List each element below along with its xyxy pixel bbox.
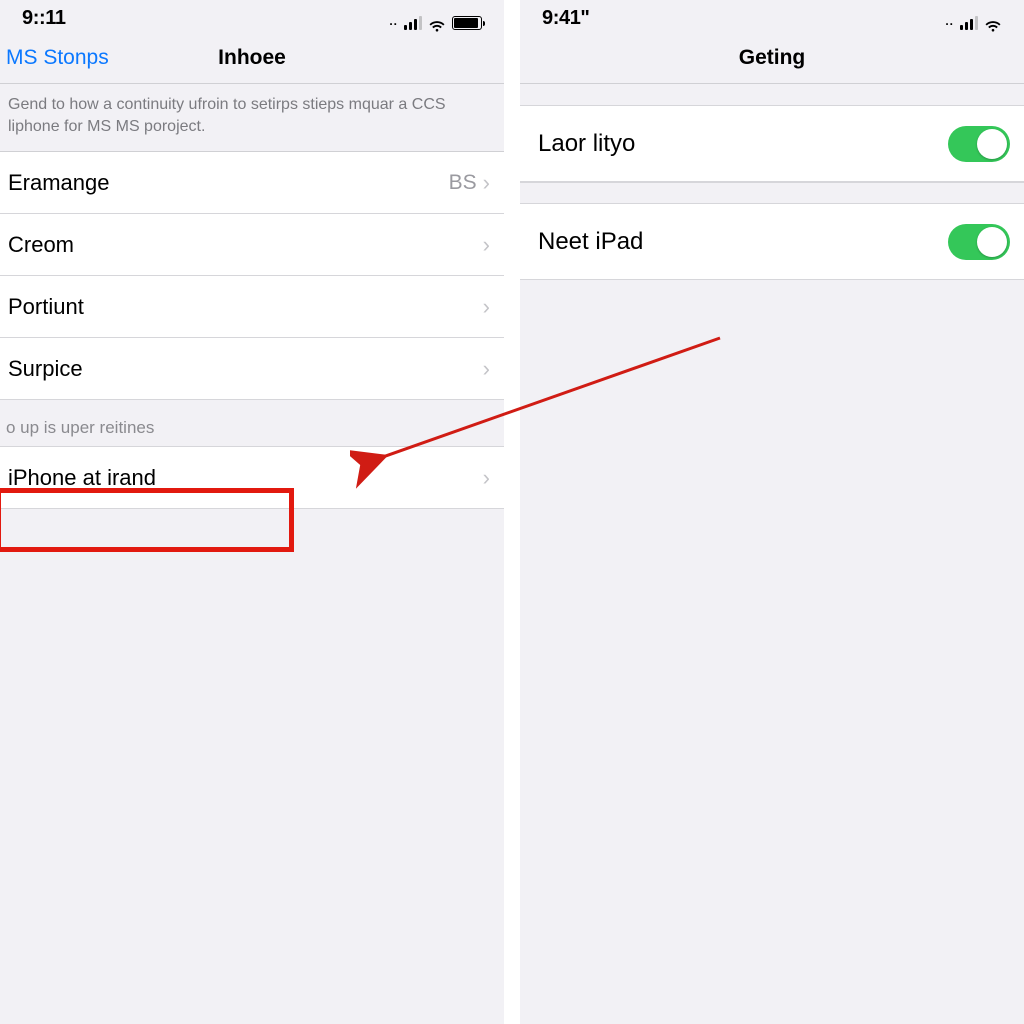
nav-bar-right: Geting <box>520 32 1024 84</box>
signal-bars-icon <box>404 16 422 30</box>
signal-dots-icon: .. <box>389 14 398 30</box>
group-gap <box>520 182 1024 204</box>
status-icons: .. <box>945 14 1002 30</box>
row-label: Laor lityo <box>538 130 948 158</box>
row-label: iPhone at irand <box>8 465 483 491</box>
chevron-right-icon: › <box>483 170 490 196</box>
row-label: Creom <box>8 232 483 258</box>
settings-group-2: iPhone at irand › <box>0 447 504 509</box>
nav-bar-left: MS Stonps Inhoee <box>0 32 504 84</box>
signal-dots-icon: .. <box>945 14 954 30</box>
battery-icon <box>452 16 482 30</box>
status-time: 9::11 <box>18 7 66 30</box>
toggle-group-1: Laor lityo <box>520 106 1024 182</box>
row-surpice[interactable]: Surpice › <box>0 338 504 400</box>
status-bar-right: 9:41" .. <box>520 0 1024 32</box>
right-screen: 9:41" .. Geting Laor lityo Neet iPad <box>520 0 1024 1024</box>
back-button[interactable]: MS Stonps <box>0 46 109 70</box>
settings-group-1: Eramange BS › Creom › Portiunt › Surpice… <box>0 152 504 400</box>
toggle-switch[interactable] <box>948 224 1010 260</box>
left-screen: 9::11 .. MS Stonps Inhoee Gend to how a … <box>0 0 504 1024</box>
chevron-right-icon: › <box>483 356 490 382</box>
chevron-right-icon: › <box>483 465 490 491</box>
row-label: Neet iPad <box>538 228 948 256</box>
chevron-right-icon: › <box>483 294 490 320</box>
row-iphone-at-irand[interactable]: iPhone at irand › <box>0 447 504 509</box>
chevron-right-icon: › <box>483 232 490 258</box>
status-icons: .. <box>389 14 482 30</box>
row-laor-lityo[interactable]: Laor lityo <box>520 106 1024 182</box>
row-creom[interactable]: Creom › <box>0 214 504 276</box>
toggle-switch[interactable] <box>948 126 1010 162</box>
status-bar-left: 9::11 .. <box>0 0 504 32</box>
row-label: Portiunt <box>8 294 483 320</box>
wifi-icon <box>428 16 446 30</box>
signal-bars-icon <box>960 16 978 30</box>
group-gap <box>520 84 1024 106</box>
row-label: Eramange <box>8 170 449 196</box>
row-neet-ipad[interactable]: Neet iPad <box>520 204 1024 280</box>
section-header: o up is uper reitines <box>0 400 504 447</box>
row-eramange[interactable]: Eramange BS › <box>0 152 504 214</box>
screen-divider <box>504 0 520 1024</box>
status-time: 9:41" <box>538 7 590 30</box>
page-title: Geting <box>520 46 1024 70</box>
toggle-group-2: Neet iPad <box>520 204 1024 280</box>
wifi-icon <box>984 16 1002 30</box>
section-description: Gend to how a continuity ufroin to setir… <box>0 84 504 152</box>
row-label: Surpice <box>8 356 483 382</box>
row-value: BS <box>449 171 477 195</box>
row-portiunt[interactable]: Portiunt › <box>0 276 504 338</box>
